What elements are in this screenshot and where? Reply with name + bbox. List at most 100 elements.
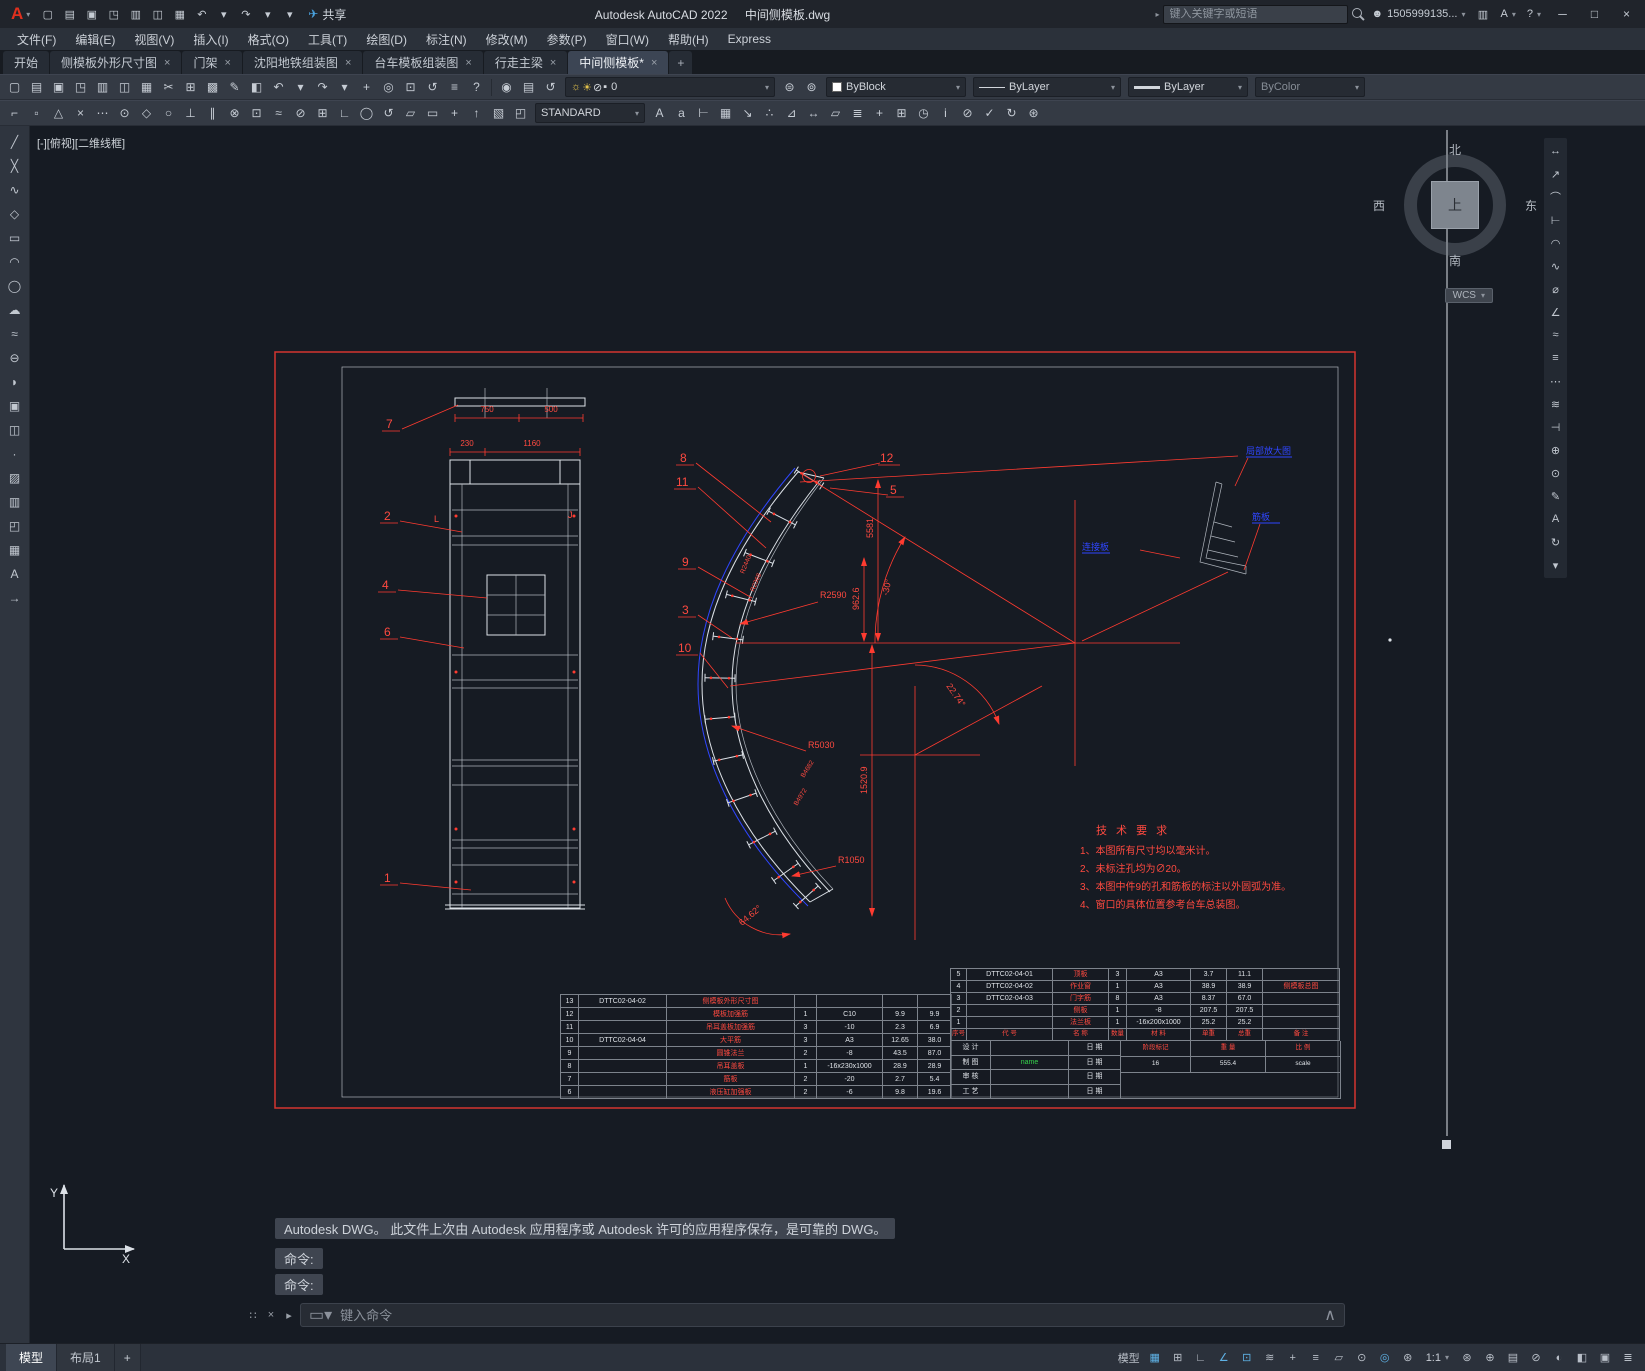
viewcube-south[interactable]: 南 xyxy=(1395,252,1515,269)
spline-tool[interactable]: ≈ xyxy=(3,323,27,345)
publish-icon[interactable]: ▦ xyxy=(136,77,157,98)
linetype-combo[interactable]: ByLayer ▾ xyxy=(973,77,1121,97)
collapse-search-icon[interactable]: ▸ xyxy=(1156,10,1160,19)
ucs-world-icon[interactable]: ◯ xyxy=(356,103,377,124)
command-input-box[interactable]: ▭▾ ∧ xyxy=(300,1303,1345,1327)
polyline-tool[interactable]: ∿ xyxy=(3,179,27,201)
close-tab-icon[interactable]: × xyxy=(345,57,351,69)
layout1-tab[interactable]: 布局1 xyxy=(57,1344,115,1371)
audit-icon[interactable]: ✓ xyxy=(979,103,1000,124)
center-mark-icon[interactable]: ⊙ xyxy=(1545,462,1567,484)
command-customize-icon[interactable]: ▸ xyxy=(282,1309,296,1322)
dim-style-caret-icon[interactable]: ▾ xyxy=(1545,554,1567,576)
redo-caret-icon[interactable]: ▾ xyxy=(257,4,278,24)
ucs-z-axis-icon[interactable]: ↑ xyxy=(466,103,487,124)
viewcube-east[interactable]: 东 xyxy=(1525,197,1537,214)
arc-tool[interactable]: ◠ xyxy=(3,251,27,273)
menu-item[interactable]: 工具(T) xyxy=(299,29,356,50)
menu-item[interactable]: 标注(N) xyxy=(417,29,476,50)
rectangle-tool[interactable]: ▭ xyxy=(3,227,27,249)
help-menu[interactable]: ? ▾ xyxy=(1523,8,1545,20)
close-tab-icon[interactable]: × xyxy=(224,57,230,69)
quick-dim-icon[interactable]: ≈ xyxy=(1545,324,1567,346)
lock-ui-icon[interactable]: ⊘ xyxy=(1525,1348,1547,1368)
snap-mode-icon[interactable]: ⊞ xyxy=(1167,1348,1189,1368)
purge-icon[interactable]: ⊘ xyxy=(957,103,978,124)
color-combo[interactable]: ByBlock ▾ xyxy=(826,77,966,97)
aligned-dimension-icon[interactable]: ↗ xyxy=(1545,163,1567,185)
command-close-icon[interactable]: × xyxy=(264,1309,278,1321)
zoom-previous-icon[interactable]: ↺ xyxy=(422,77,443,98)
redo-icon[interactable]: ↷ xyxy=(235,4,256,24)
redo-caret-icon[interactable]: ▾ xyxy=(334,77,355,98)
radius-icon[interactable]: ◠ xyxy=(1545,232,1567,254)
menu-item[interactable]: 插入(I) xyxy=(184,29,237,50)
angular-icon[interactable]: ∠ xyxy=(1545,301,1567,323)
menu-item[interactable]: Express xyxy=(719,30,780,48)
single-line-text-icon[interactable]: a xyxy=(671,103,692,124)
lineweight-display-icon[interactable]: ≡ xyxy=(1305,1348,1327,1368)
new-tab-button[interactable]: + xyxy=(669,51,693,74)
snap-parallel-icon[interactable]: ∥ xyxy=(202,103,223,124)
snap-from-icon[interactable]: ⌐ xyxy=(4,103,25,124)
baseline-icon[interactable]: ≡ xyxy=(1545,347,1567,369)
layer-combo[interactable]: ☼ ☀ ⊘ ▪ 0 ▾ xyxy=(565,77,775,97)
menu-item[interactable]: 修改(M) xyxy=(477,29,537,50)
grid-icon[interactable]: ▦ xyxy=(1144,1348,1166,1368)
locate-point-icon[interactable]: + xyxy=(869,103,890,124)
3d-views-icon[interactable]: ◰ xyxy=(510,103,531,124)
recover-icon[interactable]: ↻ xyxy=(1001,103,1022,124)
dim-style-icon[interactable]: ⊢ xyxy=(693,103,714,124)
construction-line-tool[interactable]: ╳ xyxy=(3,155,27,177)
paste-icon[interactable]: ▩ xyxy=(202,77,223,98)
snap-nearest-icon[interactable]: ≈ xyxy=(268,103,289,124)
selected-line[interactable] xyxy=(1388,130,1451,1149)
menu-item[interactable]: 编辑(E) xyxy=(66,29,124,50)
ucs-object-icon[interactable]: ▭ xyxy=(422,103,443,124)
layer-isolate-icon[interactable]: ⊚ xyxy=(801,77,822,98)
properties-icon[interactable]: ≡ xyxy=(444,77,465,98)
dim-edit-icon[interactable]: ✎ xyxy=(1545,485,1567,507)
new-icon[interactable]: ▢ xyxy=(4,77,25,98)
save-icon[interactable]: ▣ xyxy=(81,4,102,24)
model-space-canvas[interactable]: L J 750 500 230 1160 7 2 4 6 1 8 11 9 3 … xyxy=(30,126,1645,1343)
snap-none-icon[interactable]: ⊘ xyxy=(290,103,311,124)
make-block-tool[interactable]: ◫ xyxy=(3,419,27,441)
dim-update-icon[interactable]: ↻ xyxy=(1545,531,1567,553)
close-tab-icon[interactable]: × xyxy=(550,57,556,69)
new-layout-button[interactable]: + xyxy=(114,1344,141,1371)
plot-preview-icon[interactable]: ◫ xyxy=(147,4,168,24)
object-snap-icon[interactable]: ⊡ xyxy=(1236,1348,1258,1368)
line-tool[interactable]: ╱ xyxy=(3,131,27,153)
point-style-icon[interactable]: ∴ xyxy=(759,103,780,124)
undo-caret-icon[interactable]: ▾ xyxy=(213,4,234,24)
ordinate-icon[interactable]: ⊢ xyxy=(1545,209,1567,231)
snap-center-icon[interactable]: ⊙ xyxy=(114,103,135,124)
command-drag-grip[interactable]: ∷ xyxy=(246,1309,260,1322)
ucs-icon[interactable]: ∟ xyxy=(334,103,355,124)
menu-item[interactable]: 窗口(W) xyxy=(597,29,658,50)
snap-node-icon[interactable]: ⊗ xyxy=(224,103,245,124)
layer-properties-icon[interactable]: ▤ xyxy=(518,77,539,98)
model-tab[interactable]: 模型 xyxy=(6,1344,58,1371)
plot-icon[interactable]: ▥ xyxy=(125,4,146,24)
region-tool[interactable]: ◰ xyxy=(3,515,27,537)
revision-cloud-tool[interactable]: ☁ xyxy=(3,299,27,321)
zoom-window-icon[interactable]: ⊡ xyxy=(400,77,421,98)
close-tab-icon[interactable]: × xyxy=(164,57,170,69)
viewcube-north[interactable]: 北 xyxy=(1395,141,1515,158)
make-layer-current-icon[interactable]: ◉ xyxy=(496,77,517,98)
search-icon[interactable] xyxy=(1351,7,1365,21)
quick-properties-icon[interactable]: ▤ xyxy=(1502,1348,1524,1368)
options-icon[interactable]: ⊛ xyxy=(1023,103,1044,124)
close-button[interactable]: × xyxy=(1612,2,1641,26)
doc-tab[interactable]: 台车模板组装图 × xyxy=(363,51,483,74)
selection-cycling-icon[interactable]: ⊙ xyxy=(1351,1348,1373,1368)
undo-icon[interactable]: ↶ xyxy=(268,77,289,98)
menu-item[interactable]: 绘图(D) xyxy=(357,29,416,50)
command-history-toggle-icon[interactable]: ∧ xyxy=(1324,1305,1336,1325)
object-snap-tracking-icon[interactable]: ≋ xyxy=(1259,1348,1281,1368)
menu-item[interactable]: 格式(O) xyxy=(239,29,298,50)
dim-text-edit-icon[interactable]: A xyxy=(1545,508,1567,530)
linear-dimension-icon[interactable]: ↔ xyxy=(1545,140,1567,162)
